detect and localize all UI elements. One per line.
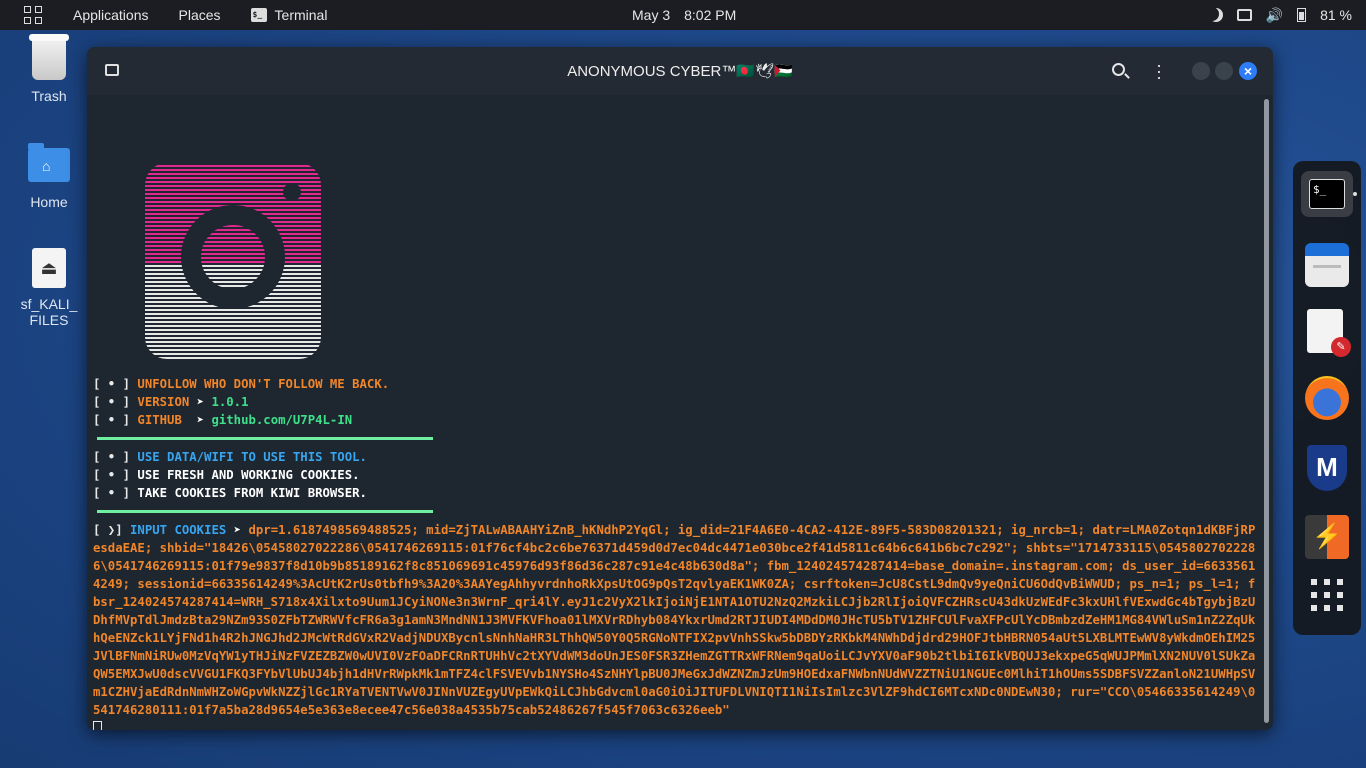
drive-label-line1: sf_KALI_ — [20, 296, 78, 312]
separator-line — [97, 437, 433, 440]
terminal-app-menu[interactable]: $_ Terminal — [250, 7, 328, 23]
battery-icon[interactable] — [1297, 8, 1307, 22]
terminal-app-label: Terminal — [274, 7, 328, 23]
system-tray[interactable]: 🔊 81 % — [1209, 0, 1352, 30]
battery-percent: 81 % — [1320, 7, 1352, 23]
files-icon[interactable] — [1305, 243, 1349, 287]
cookie-value: dpr=1.6187498569488525; mid=ZjTALwABAAHY… — [93, 523, 1256, 717]
time: 8:02 PM — [684, 7, 737, 23]
dock: $_ ✎ M ⚡ — [1293, 161, 1361, 635]
activities-grid-icon[interactable] — [24, 6, 42, 24]
metasploit-icon[interactable]: M — [1307, 445, 1347, 491]
desktop-shared-drive[interactable]: ⏏ sf_KALI_ FILES — [4, 248, 94, 328]
trash-icon — [29, 34, 69, 80]
eject-drive-icon: ⏏ — [32, 248, 66, 288]
places-menu[interactable]: Places — [179, 7, 221, 23]
separator-line — [97, 510, 433, 513]
home-folder-icon: ⌂ — [28, 143, 70, 182]
terminal-cursor[interactable] — [93, 721, 102, 730]
desktop-home[interactable]: ⌂ Home — [4, 143, 94, 210]
search-icon[interactable] — [1112, 63, 1125, 76]
clock[interactable]: May 3 8:02 PM — [632, 7, 736, 23]
instagram-ascii-logo — [145, 163, 321, 359]
burpsuite-icon[interactable]: ⚡ — [1305, 515, 1349, 559]
firefox-icon[interactable] — [1305, 376, 1349, 420]
applications-menu[interactable]: Applications — [73, 7, 149, 23]
volume-icon[interactable]: 🔊 — [1266, 7, 1283, 24]
window-title: ANONYMOUS CYBER™🇧🇩🕊🇵🇸 — [567, 63, 793, 80]
terminal-window[interactable]: ANONYMOUS CYBER™🇧🇩🕊🇵🇸 · · · × [ • ] UNFOLL… — [87, 47, 1273, 730]
maximize-button[interactable] — [1215, 62, 1233, 80]
info-line: [ • ] GITHUB ➤ github.com/U7P4L-IN — [93, 413, 353, 427]
drive-label-line2: FILES — [29, 312, 69, 328]
window-titlebar[interactable]: ANONYMOUS CYBER™🇧🇩🕊🇵🇸 · · · × — [87, 47, 1273, 95]
text-editor-icon[interactable]: ✎ — [1307, 309, 1351, 357]
info-line: [ • ] VERSION ➤ 1.0.1 — [93, 395, 249, 409]
trash-label: Trash — [31, 88, 67, 104]
scrollbar[interactable] — [1264, 99, 1269, 723]
home-label: Home — [30, 194, 68, 210]
minimize-button[interactable] — [1192, 62, 1210, 80]
note-line: [ • ] USE FRESH AND WORKING COOKIES. — [93, 468, 360, 482]
night-mode-icon[interactable] — [1209, 8, 1223, 22]
terminal-icon[interactable]: $_ — [1301, 171, 1357, 217]
display-icon[interactable] — [1236, 9, 1252, 21]
note-line: [ • ] USE DATA/WIFI TO USE THIS TOOL. — [93, 450, 367, 464]
note-line: [ • ] TAKE COOKIES FROM KIWI BROWSER. — [93, 486, 367, 500]
terminal-output[interactable]: [ • ] UNFOLLOW WHO DON'T FOLLOW ME BACK.… — [87, 95, 1263, 730]
date: May 3 — [632, 7, 671, 23]
close-button[interactable]: × — [1239, 62, 1257, 80]
show-apps-icon[interactable] — [1311, 579, 1343, 611]
cookie-input-line: [ ❯] INPUT COOKIES ➤ dpr=1.6187498569488… — [93, 523, 1256, 717]
kebab-menu-icon[interactable]: · · · — [1156, 56, 1162, 86]
top-bar: Applications Places $_ Terminal May 3 8:0… — [0, 0, 1366, 30]
desktop-trash[interactable]: Trash — [4, 34, 94, 104]
terminal-icon: $_ — [250, 8, 267, 22]
info-line: [ • ] UNFOLLOW WHO DON'T FOLLOW ME BACK. — [93, 377, 390, 391]
